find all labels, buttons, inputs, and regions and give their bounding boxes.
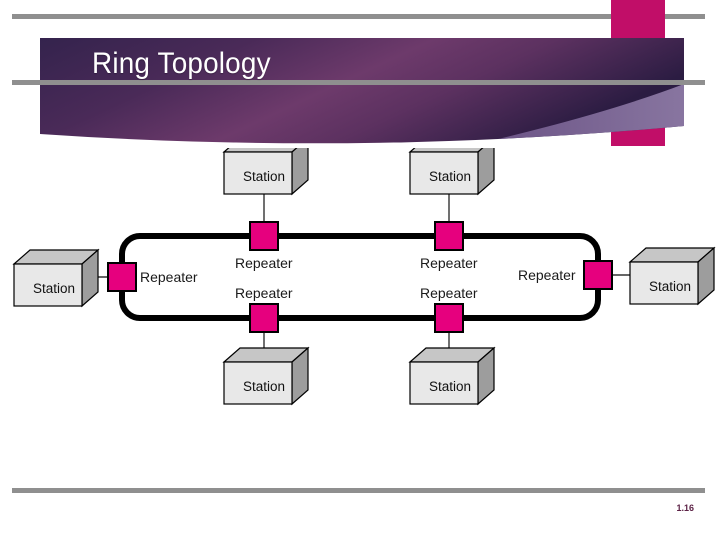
repeater-bottom-right-label: Repeater xyxy=(420,285,478,301)
station-bottom-left-label: Station xyxy=(243,379,285,394)
ring-topology-diagram: Station Station Station Station Station xyxy=(0,148,720,408)
slide-number: 1.16 xyxy=(676,503,694,513)
repeater-top-right: Repeater xyxy=(420,221,478,271)
station-left: Station xyxy=(13,249,99,307)
slide: Ring Topology Station Station Station St… xyxy=(0,0,720,540)
repeater-top-right-label: Repeater xyxy=(420,255,478,271)
repeater-bottom-right: Repeater xyxy=(420,285,478,333)
station-right-label: Station xyxy=(649,279,691,294)
station-bottom-left: Station xyxy=(223,347,309,405)
bottom-divider-rule xyxy=(12,488,705,493)
station-bottom-right: Station xyxy=(409,347,495,405)
repeater-bottom-left: Repeater xyxy=(235,285,293,333)
repeater-top-left: Repeater xyxy=(235,221,293,271)
repeater-top-left-label: Repeater xyxy=(235,255,293,271)
station-left-label: Station xyxy=(33,281,75,296)
station-bottom-right-label: Station xyxy=(429,379,471,394)
station-right: Station xyxy=(629,247,715,305)
top-divider-rule xyxy=(12,14,705,19)
repeater-right-label: Repeater xyxy=(518,267,576,283)
station-top-left: Station xyxy=(223,148,309,195)
repeater-left-label: Repeater xyxy=(140,269,198,285)
station-top-right-label: Station xyxy=(429,169,471,184)
repeater-left: Repeater xyxy=(107,262,198,292)
station-top-right: Station xyxy=(409,148,495,195)
repeater-bottom-left-label: Repeater xyxy=(235,285,293,301)
slide-title: Ring Topology xyxy=(92,47,271,80)
repeater-right: Repeater xyxy=(518,260,613,290)
station-top-left-label: Station xyxy=(243,169,285,184)
